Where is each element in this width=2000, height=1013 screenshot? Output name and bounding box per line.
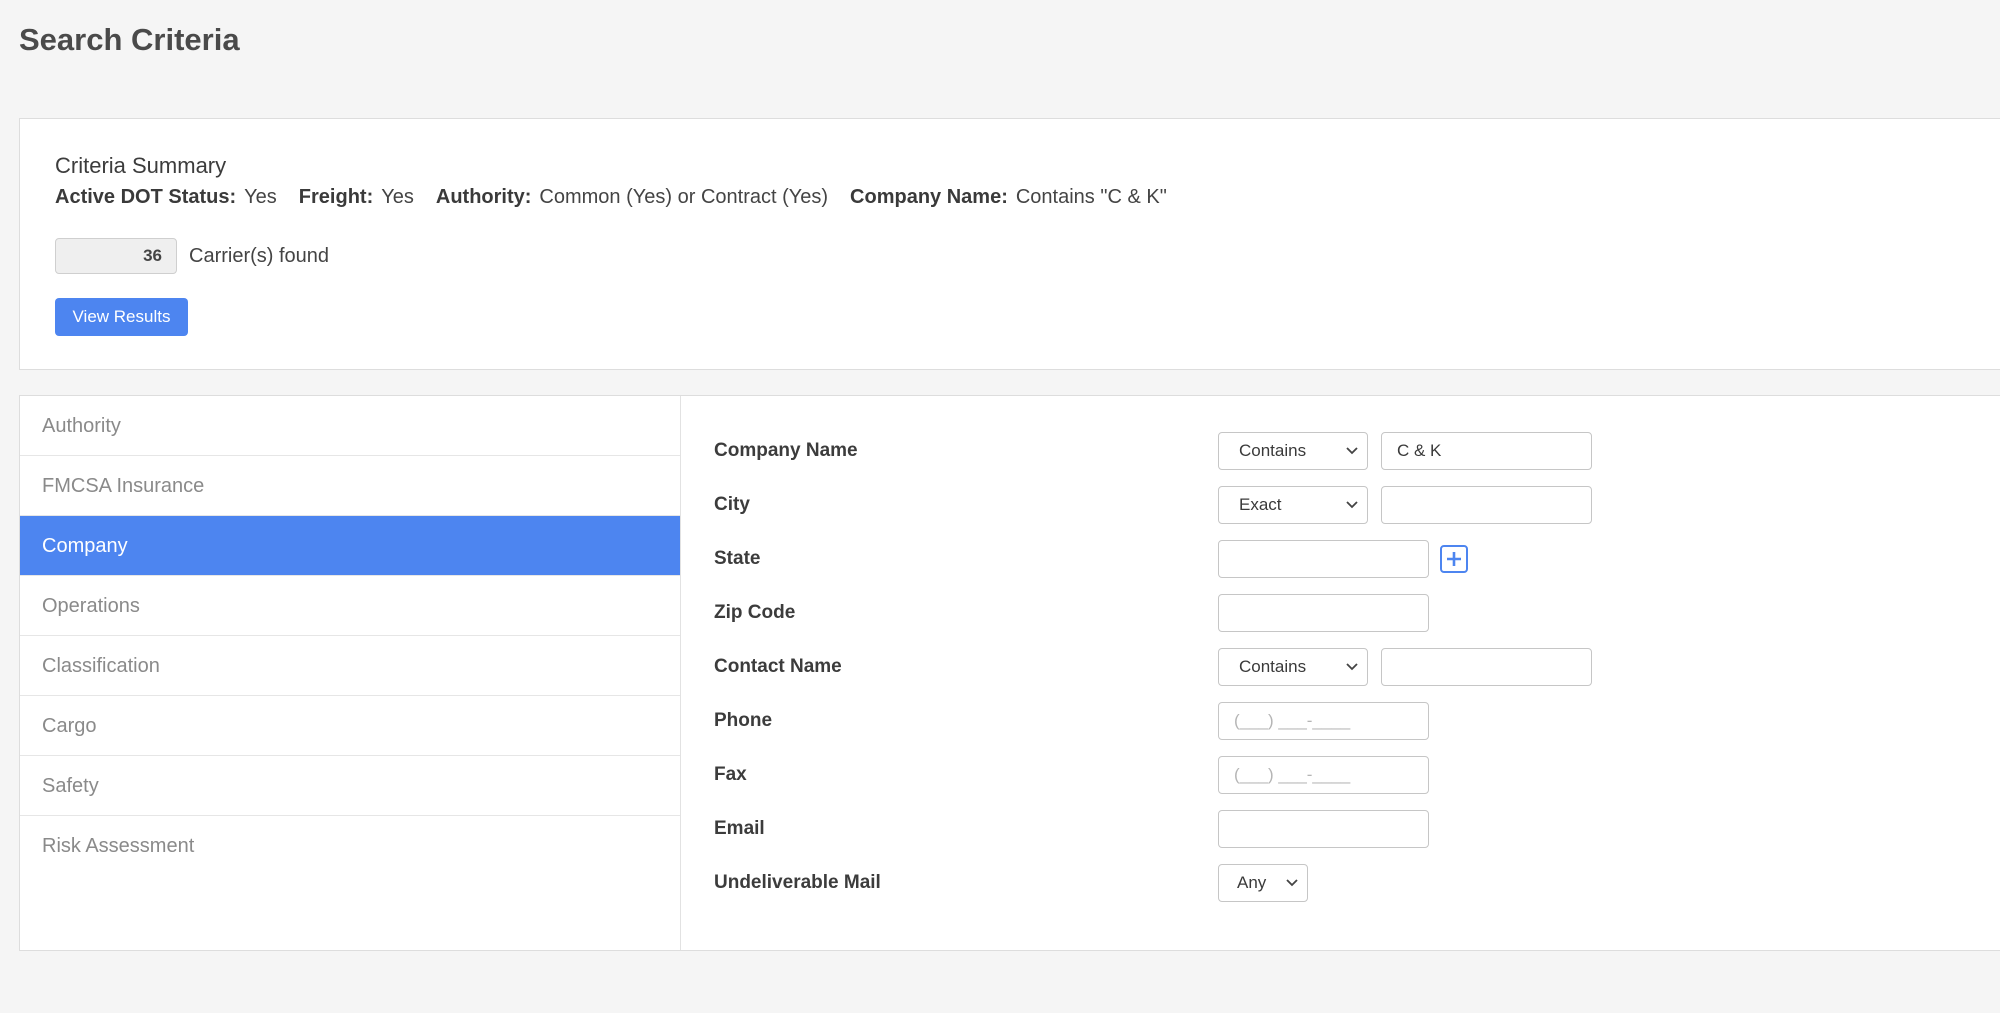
criteria-category-sidebar: Authority FMCSA Insurance Company Operat… [20, 396, 681, 950]
state-label: State [714, 548, 761, 569]
criterion-value: Yes [381, 186, 414, 208]
criterion-freight: Freight: Yes [299, 186, 414, 209]
form-row-undeliverable-mail: Undeliverable Mail Any [714, 864, 2000, 902]
carrier-count-field: 36 [55, 238, 177, 274]
form-row-city: City Exact [714, 486, 2000, 524]
zip-code-label: Zip Code [714, 602, 796, 623]
criterion-value: Contains "C & K" [1015, 186, 1167, 208]
criteria-summary-title: Criteria Summary [55, 153, 227, 178]
city-label: City [714, 494, 750, 515]
city-input[interactable] [1381, 486, 1592, 524]
company-name-match-select[interactable]: Contains [1218, 432, 1368, 470]
sidebar-item-classification[interactable]: Classification [20, 636, 680, 696]
carrier-count-label: Carrier(s) found [189, 244, 330, 267]
state-input[interactable] [1218, 540, 1429, 578]
criteria-summary-line: Active DOT Status: Yes Freight: Yes Auth… [55, 186, 1189, 209]
contact-name-input[interactable] [1381, 648, 1592, 686]
phone-input[interactable]: (___) ___-____ [1218, 702, 1429, 740]
criterion-label: Company Name: [850, 186, 1008, 208]
results-count-row: 36 Carrier(s) found [55, 238, 329, 274]
view-results-button[interactable]: View Results [55, 298, 188, 336]
criterion-authority: Authority: Common (Yes) or Contract (Yes… [436, 186, 828, 209]
contact-name-match-select[interactable]: Contains [1218, 648, 1368, 686]
criteria-editor-card: Authority FMCSA Insurance Company Operat… [19, 395, 2000, 951]
select-value: Contains [1239, 441, 1307, 460]
add-state-button[interactable] [1440, 545, 1468, 573]
sidebar-item-risk-assessment[interactable]: Risk Assessment [20, 816, 680, 876]
undeliverable-mail-label: Undeliverable Mail [714, 872, 881, 893]
form-row-email: Email [714, 810, 2000, 848]
criterion-dot-status: Active DOT Status: Yes [55, 186, 277, 209]
select-value: Exact [1239, 495, 1282, 514]
sidebar-item-company[interactable]: Company [20, 516, 680, 576]
chevron-down-icon [1286, 879, 1298, 887]
contact-name-label: Contact Name [714, 656, 842, 677]
company-name-input[interactable]: C & K [1381, 432, 1592, 470]
sidebar-item-cargo[interactable]: Cargo [20, 696, 680, 756]
phone-label: Phone [714, 710, 773, 731]
criterion-company-name: Company Name: Contains "C & K" [850, 186, 1167, 209]
criterion-label: Active DOT Status: [55, 186, 237, 208]
fax-label: Fax [714, 764, 747, 785]
form-row-zip: Zip Code [714, 594, 2000, 632]
email-input[interactable] [1218, 810, 1429, 848]
chevron-down-icon [1346, 663, 1358, 671]
zip-code-input[interactable] [1218, 594, 1429, 632]
select-value: Contains [1239, 657, 1307, 676]
undeliverable-mail-select[interactable]: Any [1218, 864, 1308, 902]
criterion-value: Common (Yes) or Contract (Yes) [539, 186, 829, 208]
form-row-state: State [714, 540, 2000, 578]
sidebar-item-authority[interactable]: Authority [20, 396, 680, 456]
plus-icon [1447, 552, 1461, 566]
criterion-label: Freight: [298, 186, 374, 208]
select-value: Any [1237, 873, 1267, 892]
email-label: Email [714, 818, 765, 839]
chevron-down-icon [1346, 447, 1358, 455]
criterion-value: Yes [244, 186, 277, 208]
form-row-fax: Fax (___) ___-____ [714, 756, 2000, 794]
sidebar-item-operations[interactable]: Operations [20, 576, 680, 636]
form-row-phone: Phone (___) ___-____ [714, 702, 2000, 740]
form-row-company-name: Company Name Contains C & K [714, 432, 2000, 470]
page-title: Search Criteria [19, 22, 240, 57]
city-match-select[interactable]: Exact [1218, 486, 1368, 524]
criteria-summary-card: Criteria Summary Active DOT Status: Yes … [19, 118, 2000, 370]
form-row-contact-name: Contact Name Contains [714, 648, 2000, 686]
fax-input[interactable]: (___) ___-____ [1218, 756, 1429, 794]
sidebar-item-fmcsa-insurance[interactable]: FMCSA Insurance [20, 456, 680, 516]
sidebar-item-safety[interactable]: Safety [20, 756, 680, 816]
criterion-label: Authority: [435, 186, 532, 208]
chevron-down-icon [1346, 501, 1358, 509]
company-name-label: Company Name [714, 440, 858, 461]
